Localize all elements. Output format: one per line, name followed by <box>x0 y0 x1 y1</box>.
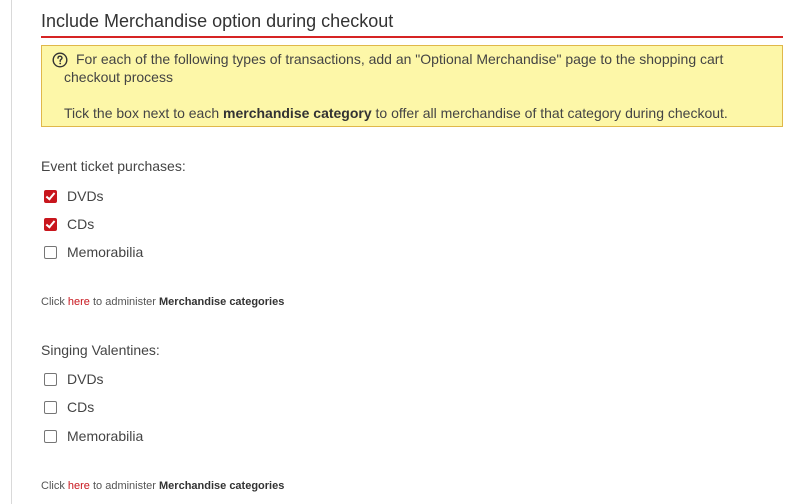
option-row: CDs <box>44 214 94 234</box>
info-text-line-2: checkout process <box>64 69 173 85</box>
help-circle-icon <box>52 52 68 68</box>
checkbox-valentines-dvds[interactable] <box>44 372 57 386</box>
left-divider <box>11 0 12 504</box>
checkbox-event-dvds[interactable] <box>44 189 57 203</box>
info-text-line-3: Tick the box next to each merchandise ca… <box>64 105 728 122</box>
info-box: For each of the following types of trans… <box>41 45 783 127</box>
admin-link[interactable]: here <box>68 480 90 492</box>
info-text-bold: merchandise category <box>223 105 372 121</box>
admin-note: Click here to administer Merchandise cat… <box>41 296 284 308</box>
note-prefix: Click <box>41 480 68 492</box>
option-row: Memorabilia <box>44 426 143 446</box>
option-row: DVDs <box>44 186 104 206</box>
checkbox-event-memorabilia[interactable] <box>44 245 57 259</box>
info-text-suffix: to offer all merchandise of that categor… <box>371 105 728 121</box>
checkbox-label[interactable]: CDs <box>67 216 94 232</box>
section-title: Include Merchandise option during checko… <box>41 11 394 31</box>
info-text-line-1: For each of the following types of trans… <box>76 51 724 67</box>
checkbox-label[interactable]: DVDs <box>67 371 104 387</box>
note-bold: Merchandise categories <box>159 480 285 492</box>
checkbox-label[interactable]: CDs <box>67 399 94 415</box>
info-text-prefix: Tick the box next to each <box>64 105 224 121</box>
note-middle: to administer <box>89 480 160 492</box>
note-bold: Merchandise categories <box>159 296 285 308</box>
group-label-singing-valentines: Singing Valentines: <box>41 342 160 358</box>
note-middle: to administer <box>89 296 160 308</box>
checkbox-label[interactable]: Memorabilia <box>67 428 143 444</box>
checkbox-valentines-cds[interactable] <box>44 400 57 414</box>
admin-link[interactable]: here <box>68 296 90 308</box>
merchandise-settings-panel: Include Merchandise option during checko… <box>41 0 783 492</box>
checkbox-label[interactable]: DVDs <box>67 188 104 204</box>
checkbox-valentines-memorabilia[interactable] <box>44 429 57 443</box>
option-row: Memorabilia <box>44 242 143 262</box>
section-header: Include Merchandise option during checko… <box>41 0 783 38</box>
option-row: DVDs <box>44 369 104 389</box>
checkbox-label[interactable]: Memorabilia <box>67 244 143 260</box>
option-row: CDs <box>44 397 94 417</box>
admin-note: Click here to administer Merchandise cat… <box>41 480 284 492</box>
note-prefix: Click <box>41 296 68 308</box>
checkbox-event-cds[interactable] <box>44 217 57 231</box>
group-label-event-tickets: Event ticket purchases: <box>41 158 186 174</box>
